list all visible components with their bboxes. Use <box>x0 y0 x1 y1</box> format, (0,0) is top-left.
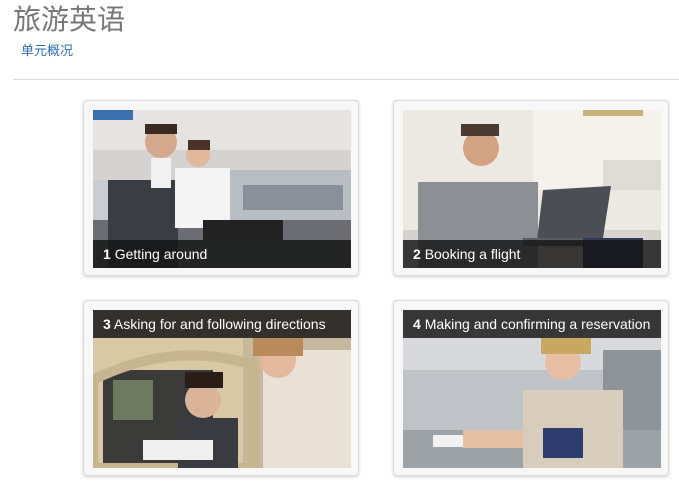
unit-1-number: 1 <box>103 246 111 262</box>
unit-4-number: 4 <box>413 316 421 332</box>
unit-card-4[interactable]: 4 Making and confirming a reservation <box>393 300 669 476</box>
unit-1-title: Getting around <box>114 246 208 262</box>
unit-3-caption: 3 Asking for and following directions <box>93 310 351 338</box>
unit-card-3[interactable]: 3 Asking for and following directions <box>83 300 359 476</box>
unit-4-title: Making and confirming a reservation <box>424 316 651 332</box>
page-title: 旅游英语 <box>13 3 126 36</box>
page: 旅游英语 单元概况 1 Getting around 2 Booking a f… <box>0 0 679 484</box>
unit-2-title: Booking a flight <box>424 246 521 262</box>
unit-3-number: 3 <box>103 316 111 332</box>
unit-4-caption: 4 Making and confirming a reservation <box>403 310 661 338</box>
unit-2-number: 2 <box>413 246 421 262</box>
unit-card-2[interactable]: 2 Booking a flight <box>393 100 669 276</box>
unit-3-title: Asking for and following directions <box>113 316 326 332</box>
unit-2-caption: 2 Booking a flight <box>403 240 661 268</box>
unit-overview-link[interactable]: 单元概况 <box>21 44 73 60</box>
unit-card-1[interactable]: 1 Getting around <box>83 100 359 276</box>
unit-1-caption: 1 Getting around <box>93 240 351 268</box>
header-divider <box>13 79 679 80</box>
